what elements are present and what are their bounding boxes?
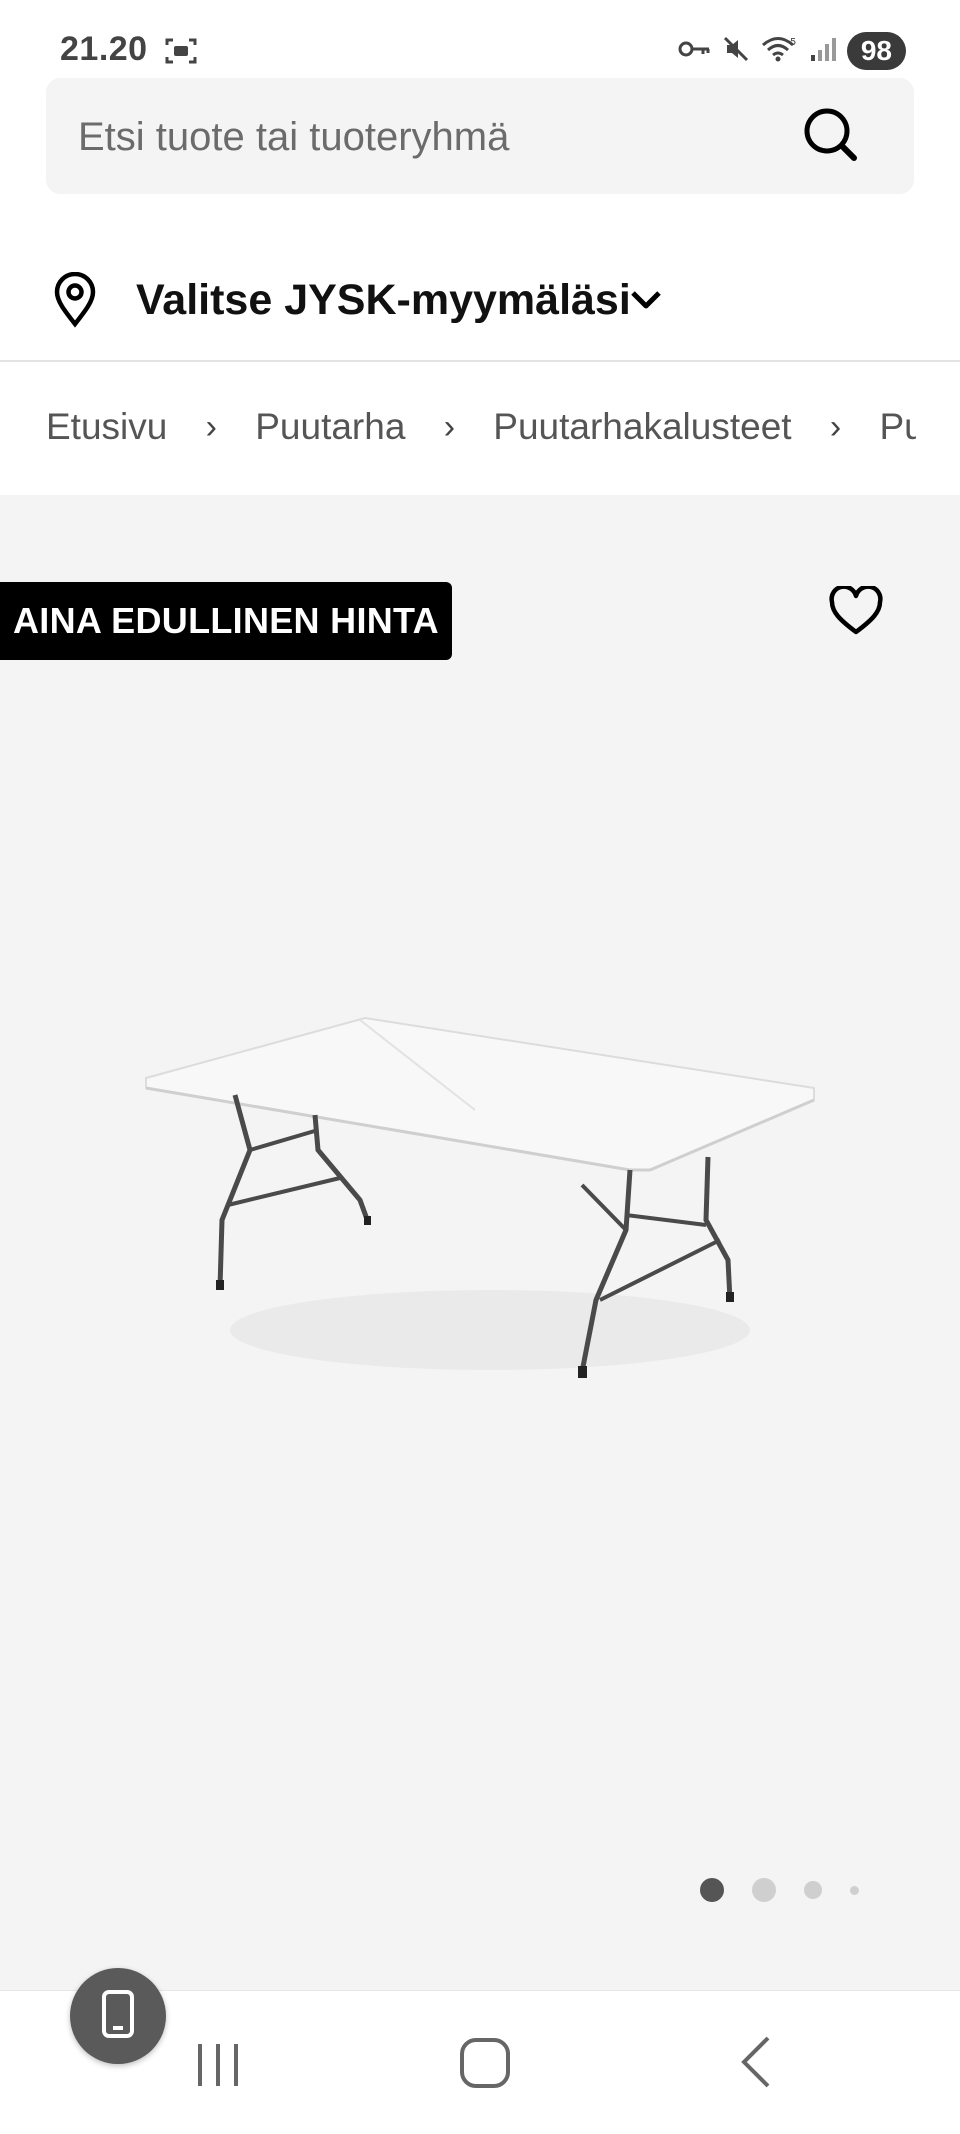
gallery-dot[interactable] bbox=[850, 1885, 859, 1895]
status-time: 21.20 bbox=[60, 30, 148, 68]
search-bar[interactable] bbox=[46, 78, 914, 194]
phone-icon bbox=[101, 1989, 135, 2044]
chevron-down-icon bbox=[630, 288, 662, 317]
folding-table-image[interactable] bbox=[130, 1000, 830, 1485]
gallery-dot[interactable] bbox=[804, 1881, 822, 1899]
price-badge: AINA EDULLINEN HINTA bbox=[0, 582, 452, 660]
breadcrumb-separator: › bbox=[205, 407, 217, 446]
search-icon[interactable] bbox=[800, 104, 860, 169]
search-input[interactable] bbox=[76, 110, 780, 164]
recent-apps-icon[interactable] bbox=[194, 2040, 244, 2095]
status-icons: 5 98 bbox=[677, 32, 906, 70]
breadcrumb-separator: › bbox=[443, 407, 456, 446]
status-bar: 21.20 5 98 bbox=[0, 0, 960, 78]
mute-icon bbox=[721, 34, 751, 69]
breadcrumb-item-puutarhakalusteet[interactable]: Puutarhakalusteet bbox=[493, 406, 791, 448]
heart-icon[interactable] bbox=[828, 584, 884, 641]
breadcrumb-item-puutarha[interactable]: Puutarha bbox=[255, 406, 405, 448]
signal-icon bbox=[809, 35, 837, 68]
location-pin-icon bbox=[52, 271, 98, 333]
gallery-dot[interactable] bbox=[752, 1878, 776, 1902]
screenshot-icon bbox=[164, 36, 198, 71]
breadcrumb-separator: › bbox=[829, 407, 842, 446]
key-icon bbox=[677, 39, 711, 64]
floating-device-button[interactable] bbox=[70, 1968, 166, 2064]
store-selector[interactable]: Valitse JYSK-myymäläsi bbox=[0, 252, 960, 362]
battery-level: 98 bbox=[846, 32, 906, 70]
gallery-pagination[interactable] bbox=[700, 1878, 887, 1902]
wifi-icon: 5 bbox=[761, 34, 799, 69]
breadcrumb: Etusivu › Puutarha › Puutarhakalusteet ›… bbox=[46, 404, 916, 460]
store-selector-label: Valitse JYSK-myymäläsi bbox=[136, 276, 631, 324]
gallery-dot-active[interactable] bbox=[700, 1878, 724, 1902]
back-icon[interactable] bbox=[736, 2034, 776, 2095]
breadcrumb-item-puutarhapoydat[interactable]: Puutarhapöydät bbox=[879, 406, 916, 448]
svg-text:5: 5 bbox=[790, 37, 796, 48]
home-icon[interactable] bbox=[458, 2036, 512, 2095]
breadcrumb-item-etusivu[interactable]: Etusivu bbox=[46, 406, 167, 448]
